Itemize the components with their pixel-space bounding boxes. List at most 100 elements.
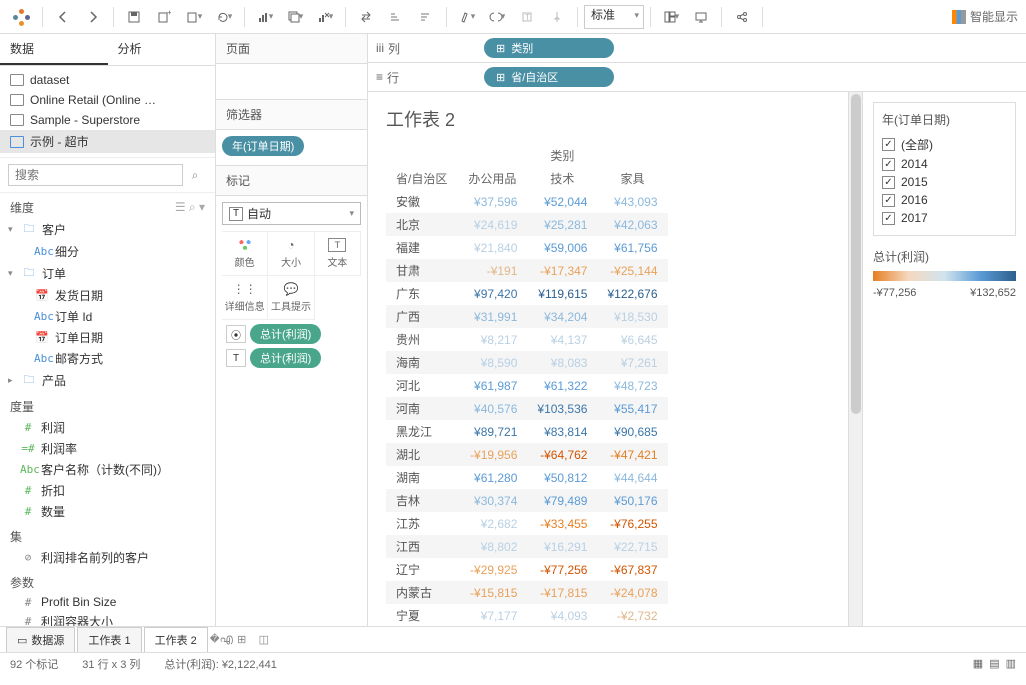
table-row[interactable]: 河北¥61,987¥61,322¥48,723 (386, 374, 668, 397)
row-header[interactable]: 内蒙古 (386, 581, 457, 604)
table-row[interactable]: 黑龙江¥89,721¥83,814¥90,685 (386, 420, 668, 443)
filter-pill-year[interactable]: 年(订单日期) (222, 136, 304, 156)
field-top-customers[interactable]: ⊘利润排名前列的客户 (6, 547, 209, 568)
data-cell[interactable]: ¥61,322 (527, 374, 597, 397)
data-cell[interactable]: ¥59,006 (527, 236, 597, 259)
field-discount[interactable]: #折扣 (6, 480, 209, 501)
folder-product[interactable]: ▸🗀产品 (6, 369, 209, 392)
data-cell[interactable]: ¥43,093 (597, 190, 667, 213)
tab-data[interactable]: 数据 (0, 34, 108, 65)
tab-datasource[interactable]: ▭数据源 (6, 627, 75, 652)
data-cell[interactable]: ¥55,417 (597, 397, 667, 420)
data-cell[interactable]: ¥4,093 (527, 604, 597, 626)
show-me-button[interactable]: 智能显示 (952, 8, 1018, 25)
data-cell[interactable]: -¥47,421 (597, 443, 667, 466)
row-header[interactable]: 河北 (386, 374, 457, 397)
data-cell[interactable]: ¥79,489 (527, 489, 597, 512)
data-cell[interactable]: -¥25,144 (597, 259, 667, 282)
sheet-title[interactable]: 工作表 2 (386, 106, 830, 132)
view-mode-icon[interactable]: ▤ (989, 657, 999, 670)
data-cell[interactable]: -¥24,078 (597, 581, 667, 604)
field-order-date[interactable]: 📅订单日期 (6, 327, 209, 348)
tableau-logo-icon[interactable] (8, 4, 36, 30)
columns-shelf[interactable]: iii列 ⊞类别 (368, 34, 1026, 63)
view-mode-icon[interactable]: ▥ (1006, 657, 1016, 670)
table-row[interactable]: 福建¥21,840¥59,006¥61,756 (386, 236, 668, 259)
new-story-tab-button[interactable]: ◫ (254, 633, 274, 646)
data-cell[interactable]: ¥24,619 (457, 213, 527, 236)
data-cell[interactable]: ¥97,420 (457, 282, 527, 305)
field-order-id[interactable]: Abc订单 Id (6, 306, 209, 327)
row-header[interactable]: 江苏 (386, 512, 457, 535)
row-header[interactable]: 广东 (386, 282, 457, 305)
row-header[interactable]: 贵州 (386, 328, 457, 351)
data-cell[interactable]: ¥8,083 (527, 351, 597, 374)
sort-asc-button[interactable] (382, 4, 410, 30)
clear-button[interactable]: ▾ (311, 4, 339, 30)
mark-pill-color-profit[interactable]: 总计(利润) (250, 324, 321, 344)
field-profit[interactable]: #利润 (6, 417, 209, 438)
table-row[interactable]: 安徽¥37,596¥52,044¥43,093 (386, 190, 668, 213)
row-header[interactable]: 北京 (386, 213, 457, 236)
data-cell[interactable]: ¥122,676 (597, 282, 667, 305)
field-profit-ratio[interactable]: =#利润率 (6, 438, 209, 459)
table-row[interactable]: 湖南¥61,280¥50,812¥44,644 (386, 466, 668, 489)
table-row[interactable]: 湖北-¥19,956-¥64,762-¥47,421 (386, 443, 668, 466)
data-cell[interactable]: ¥90,685 (597, 420, 667, 443)
group-button[interactable]: ▾ (483, 4, 511, 30)
view-mode-icon[interactable]: ▦ (973, 657, 983, 670)
data-cell[interactable]: ¥40,576 (457, 397, 527, 420)
field-ship-mode[interactable]: Abc邮寄方式 (6, 348, 209, 369)
marks-type-dropdown[interactable]: T 自动 ▾ (222, 202, 361, 225)
data-cell[interactable]: ¥52,044 (527, 190, 597, 213)
marks-color-button[interactable]: 颜色 (222, 232, 268, 276)
data-cell[interactable]: ¥83,814 (527, 420, 597, 443)
save-button[interactable] (120, 4, 148, 30)
vertical-scrollbar[interactable] (848, 92, 862, 626)
year-filter-option[interactable]: ✓2014 (882, 155, 1007, 173)
table-row[interactable]: 江西¥8,802¥16,291¥22,715 (386, 535, 668, 558)
data-cell[interactable]: ¥21,840 (457, 236, 527, 259)
datasource-item[interactable]: Sample - Superstore (0, 110, 215, 130)
table-row[interactable]: 宁夏¥7,177¥4,093-¥2,732 (386, 604, 668, 626)
mark-pill-text-profit[interactable]: 总计(利润) (250, 348, 321, 368)
show-cards-button[interactable]: ▾ (657, 4, 685, 30)
row-header[interactable]: 宁夏 (386, 604, 457, 626)
row-header[interactable]: 海南 (386, 351, 457, 374)
marks-text-button[interactable]: T文本 (315, 232, 361, 276)
year-filter-option[interactable]: ✓2016 (882, 191, 1007, 209)
data-cell[interactable]: ¥6,645 (597, 328, 667, 351)
new-dashboard-tab-button[interactable]: ⊞ (232, 633, 252, 646)
table-row[interactable]: 海南¥8,590¥8,083¥7,261 (386, 351, 668, 374)
field-profit-bin[interactable]: #Profit Bin Size (6, 593, 209, 611)
col-header[interactable]: 家具 (597, 167, 667, 190)
data-cell[interactable]: -¥2,732 (597, 604, 667, 626)
tab-worksheet-1[interactable]: 工作表 1 (77, 627, 141, 652)
pin-button[interactable] (543, 4, 571, 30)
new-worksheet-tab-button[interactable]: �എ (210, 633, 230, 646)
table-row[interactable]: 河南¥40,576¥103,536¥55,417 (386, 397, 668, 420)
back-button[interactable] (49, 4, 77, 30)
refresh-button[interactable]: ▾ (210, 4, 238, 30)
data-cell[interactable]: ¥44,644 (597, 466, 667, 489)
data-cell[interactable]: ¥8,590 (457, 351, 527, 374)
field-customer-count[interactable]: Abc客户名称（计数(不同)） (6, 459, 209, 480)
label-button[interactable]: T (513, 4, 541, 30)
field-segment[interactable]: Abc细分 (6, 241, 209, 262)
data-cell[interactable]: ¥2,682 (457, 512, 527, 535)
data-cell[interactable]: -¥15,815 (457, 581, 527, 604)
data-cell[interactable]: ¥48,723 (597, 374, 667, 397)
row-header[interactable]: 福建 (386, 236, 457, 259)
field-ship-date[interactable]: 📅发货日期 (6, 285, 209, 306)
rows-shelf[interactable]: ≡行 ⊞省/自治区 (368, 63, 1026, 92)
datasource-item-active[interactable]: 示例 - 超市 (0, 130, 215, 153)
table-row[interactable]: 广东¥97,420¥119,615¥122,676 (386, 282, 668, 305)
duplicate-button[interactable]: ▾ (281, 4, 309, 30)
presentation-button[interactable] (687, 4, 715, 30)
swap-button[interactable] (352, 4, 380, 30)
data-cell[interactable]: -¥76,255 (597, 512, 667, 535)
data-cell[interactable]: -¥64,762 (527, 443, 597, 466)
data-cell[interactable]: -¥19,956 (457, 443, 527, 466)
row-header[interactable]: 安徽 (386, 190, 457, 213)
new-datasource-button[interactable]: + (150, 4, 178, 30)
